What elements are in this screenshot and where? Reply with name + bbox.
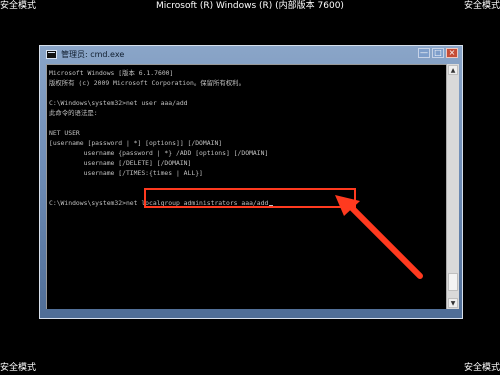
safe-mode-label-bottom-left: 安全模式 — [0, 363, 37, 373]
safe-mode-label-bottom-right: 安全模式 — [463, 363, 500, 373]
red-arrow-annotation-icon — [335, 195, 423, 279]
arrow-line — [343, 199, 423, 279]
